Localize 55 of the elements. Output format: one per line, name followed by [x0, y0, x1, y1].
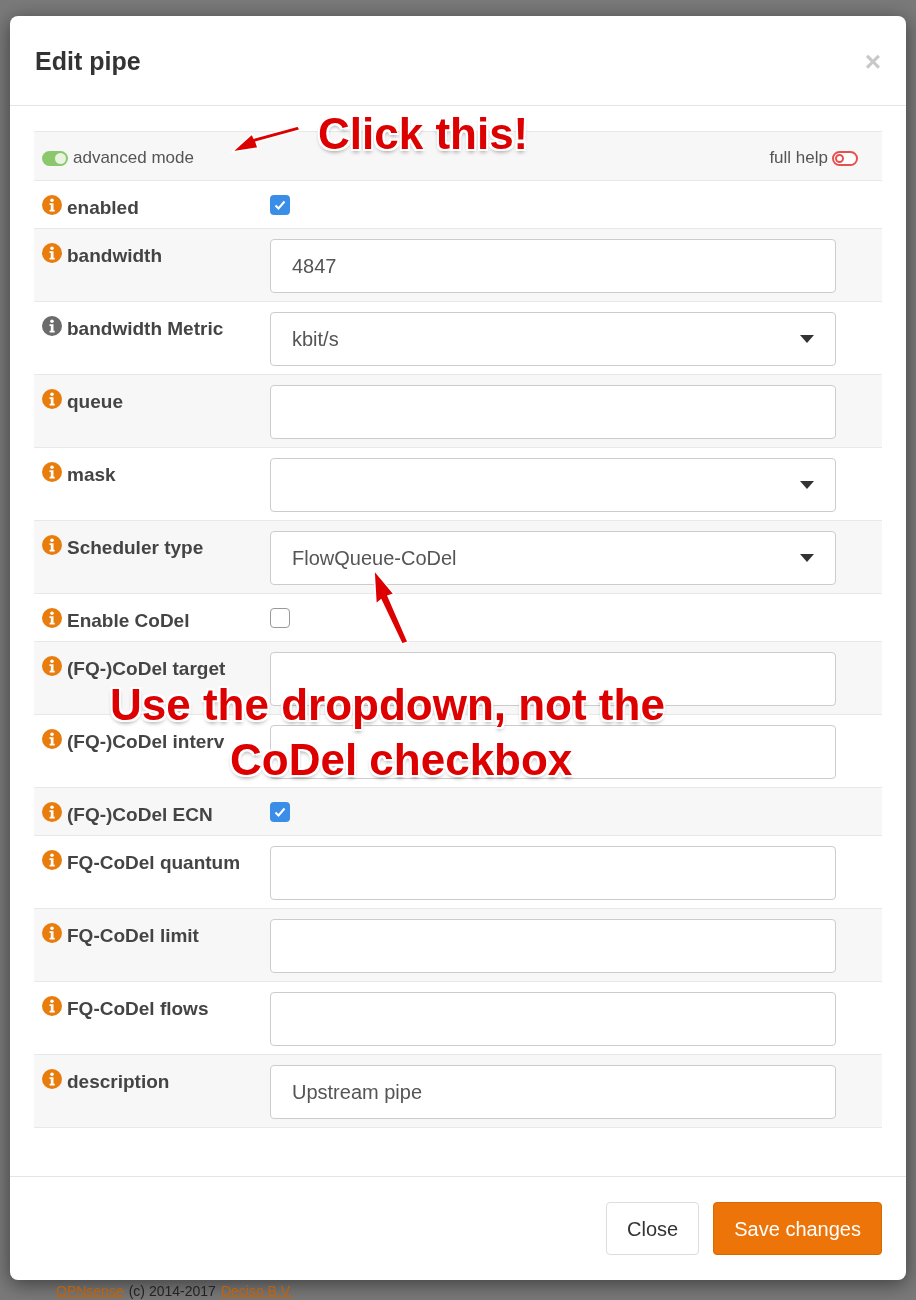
field-label: FQ-CoDel flows	[67, 997, 209, 1021]
field-label: Enable CoDel	[67, 609, 190, 633]
close-button[interactable]: Close	[606, 1202, 700, 1255]
dropdown[interactable]	[270, 458, 836, 512]
check-icon	[273, 198, 287, 212]
field-label: enabled	[67, 196, 139, 220]
annotation-text: CoDel checkbox	[230, 738, 573, 782]
toggle-switch[interactable]	[42, 150, 68, 166]
text-field[interactable]	[270, 919, 836, 973]
info-icon[interactable]	[42, 729, 62, 749]
info-icon[interactable]	[42, 389, 62, 409]
annotation-text: Click this!	[318, 112, 529, 156]
annotation-text: Use the dropdown, not the	[110, 683, 665, 727]
caret-icon	[800, 554, 814, 562]
field-label: Scheduler type	[67, 536, 204, 560]
field-label: description	[67, 1070, 170, 1094]
modal-title: Edit pipe	[35, 45, 141, 77]
check-icon	[273, 805, 287, 819]
dropdown[interactable]: kbit/s	[270, 312, 836, 366]
info-icon[interactable]	[42, 656, 62, 676]
checkbox[interactable]	[270, 608, 290, 628]
field-label: FQ-CoDel limit	[67, 924, 199, 948]
dropdown[interactable]: FlowQueue-CoDel	[270, 531, 836, 585]
info-icon[interactable]	[42, 462, 62, 482]
text-field[interactable]: Upstream pipe	[270, 1065, 836, 1119]
field-label: queue	[67, 390, 123, 414]
caret-icon	[800, 481, 814, 489]
field-label: mask	[67, 463, 116, 487]
info-icon[interactable]	[42, 243, 62, 263]
text-field[interactable]	[270, 846, 836, 900]
info-icon[interactable]	[42, 195, 62, 215]
checkbox[interactable]	[270, 802, 290, 822]
info-icon[interactable]	[42, 535, 62, 555]
info-icon[interactable]	[42, 316, 62, 336]
field-label: (FQ-)CoDel interv	[67, 730, 225, 754]
info-icon[interactable]	[42, 802, 62, 822]
text-field[interactable]: 4847	[270, 239, 836, 293]
info-icon[interactable]	[42, 1069, 62, 1089]
info-icon[interactable]	[42, 923, 62, 943]
field-label: bandwidth Metric	[67, 317, 224, 341]
caret-icon	[800, 335, 814, 343]
info-icon[interactable]	[42, 996, 62, 1016]
advanced-mode-label: advanced mode	[73, 147, 194, 170]
full-help-label: full help	[769, 147, 828, 170]
toggle-switch[interactable]	[832, 150, 858, 166]
field-label: bandwidth	[67, 244, 162, 268]
field-label: FQ-CoDel quantum	[67, 851, 241, 875]
field-label: (FQ-)CoDel target	[67, 657, 226, 681]
footer-text: (c) 2014-2017	[128, 1283, 216, 1299]
checkbox[interactable]	[270, 195, 290, 215]
text-field[interactable]	[270, 385, 836, 439]
info-icon[interactable]	[42, 608, 62, 628]
field-label: (FQ-)CoDel ECN	[67, 803, 213, 827]
text-field[interactable]	[270, 992, 836, 1046]
info-icon[interactable]	[42, 850, 62, 870]
